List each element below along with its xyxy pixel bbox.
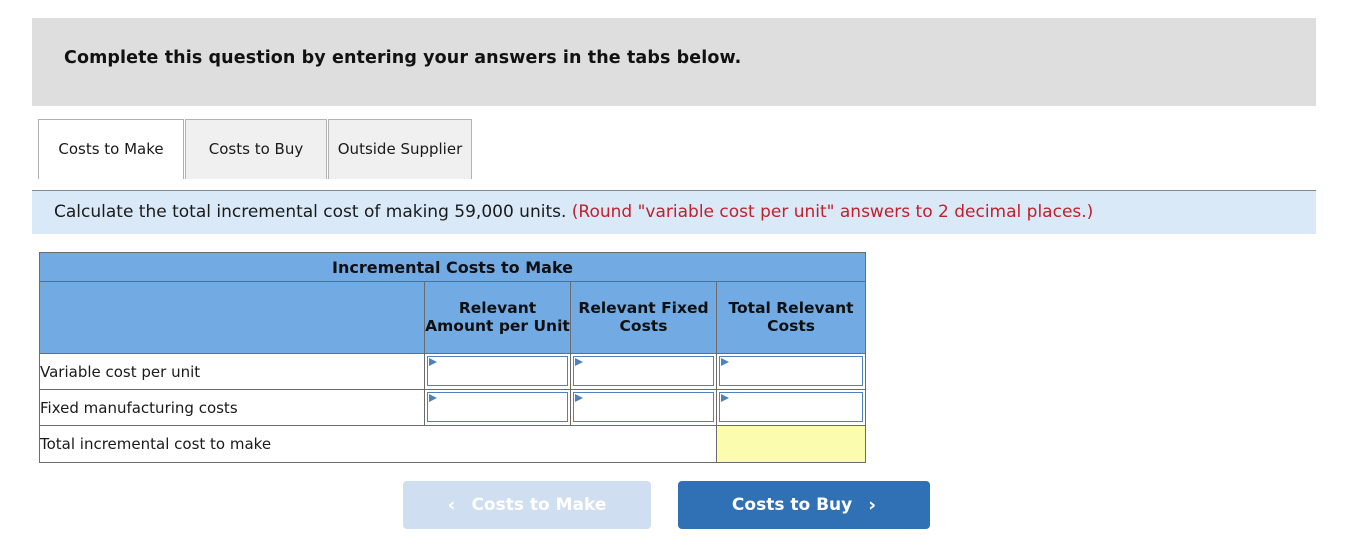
- input-fixed-manufacturing-total[interactable]: [719, 392, 864, 422]
- instruction-banner-text: Complete this question by entering your …: [64, 48, 742, 68]
- input-variable-cost-unit[interactable]: [427, 356, 568, 386]
- row-label-total-incremental-cost: Total incremental cost to make: [39, 425, 717, 463]
- tab-costs-to-make[interactable]: Costs to Make: [38, 119, 184, 179]
- header-blank-cell: [39, 281, 425, 354]
- prev-tab-button[interactable]: ‹ Costs to Make: [403, 481, 651, 529]
- table-row: Fixed manufacturing costs: [39, 389, 867, 426]
- input-variable-cost-fixed[interactable]: [573, 356, 714, 386]
- instruction-banner: Complete this question by entering your …: [32, 18, 1316, 106]
- tab-outside-supplier-label: Outside Supplier: [337, 139, 463, 158]
- input-fixed-manufacturing-fixed[interactable]: [573, 392, 714, 422]
- requirement-bar-content: Calculate the total incremental cost of …: [54, 202, 1093, 222]
- header-relevant-fixed-costs: Relevant Fixed Costs: [570, 281, 717, 354]
- table-total-row: Total incremental cost to make: [39, 425, 867, 463]
- requirement-bar: Calculate the total incremental cost of …: [32, 190, 1316, 234]
- cell-fixed-manufacturing-unit: [424, 389, 571, 426]
- chevron-right-icon: ›: [868, 493, 877, 516]
- row-label-fixed-manufacturing-costs: Fixed manufacturing costs: [39, 389, 425, 426]
- next-tab-button-label: Costs to Buy: [731, 495, 853, 515]
- row-label-variable-cost-per-unit: Variable cost per unit: [39, 353, 425, 390]
- tab-bar: Costs to Make Costs to Buy Outside Suppl…: [38, 119, 473, 179]
- chevron-left-icon: ‹: [447, 493, 456, 516]
- table-row: Variable cost per unit: [39, 353, 867, 390]
- incremental-costs-table: Incremental Costs to Make Relevant Amoun…: [38, 252, 867, 463]
- tab-outside-supplier[interactable]: Outside Supplier: [328, 119, 472, 179]
- cell-fixed-manufacturing-total: [715, 389, 867, 426]
- cell-fixed-manufacturing-fixed: [570, 389, 717, 426]
- input-fixed-manufacturing-unit[interactable]: [427, 392, 568, 422]
- input-total-incremental-cost[interactable]: [715, 425, 867, 463]
- header-total-relevant-costs: Total Relevant Costs: [715, 281, 867, 354]
- table-title-row: Incremental Costs to Make: [38, 252, 867, 282]
- requirement-text: Calculate the total incremental cost of …: [54, 202, 567, 222]
- next-tab-button[interactable]: Costs to Buy ›: [678, 481, 930, 529]
- cell-variable-cost-total: [715, 353, 867, 390]
- tab-navigation: ‹ Costs to Make Costs to Buy ›: [0, 481, 1347, 531]
- requirement-rounding-note: (Round "variable cost per unit" answers …: [571, 202, 1094, 222]
- table-header-row: Relevant Amount per Unit Relevant Fixed …: [39, 281, 867, 354]
- tab-costs-to-buy-label: Costs to Buy: [208, 139, 304, 158]
- tab-costs-to-make-label: Costs to Make: [58, 139, 164, 158]
- tab-costs-to-buy[interactable]: Costs to Buy: [185, 119, 327, 179]
- input-variable-cost-total[interactable]: [719, 356, 864, 386]
- header-relevant-amount-per-unit: Relevant Amount per Unit: [424, 281, 571, 354]
- prev-tab-button-label: Costs to Make: [471, 495, 607, 515]
- table-title: Incremental Costs to Make: [38, 252, 867, 282]
- cell-variable-cost-unit: [424, 353, 571, 390]
- cell-variable-cost-fixed: [570, 353, 717, 390]
